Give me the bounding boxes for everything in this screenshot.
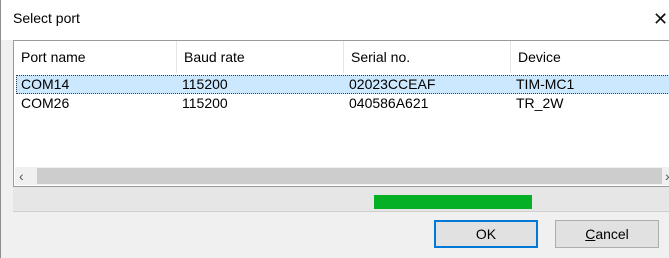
table-row[interactable]: COM14 115200 02023CCEAF TIM-MC1 bbox=[16, 75, 669, 94]
cell-serial-no: 02023CCEAF bbox=[349, 76, 436, 92]
ok-button[interactable]: OK bbox=[434, 220, 538, 248]
close-icon[interactable]: ✕ bbox=[653, 7, 669, 31]
cancel-mnemonic: C bbox=[585, 226, 596, 242]
column-header-device[interactable]: Device bbox=[511, 41, 669, 73]
cancel-label-rest: ancel bbox=[595, 226, 629, 242]
cell-baud-rate: 115200 bbox=[182, 95, 228, 111]
progress-fill bbox=[374, 195, 532, 209]
scroll-left-icon[interactable]: ‹ bbox=[19, 167, 33, 185]
column-header-baud-rate[interactable]: Baud rate bbox=[177, 41, 344, 73]
cell-device: TIM-MC1 bbox=[516, 76, 575, 92]
cell-baud-rate: 115200 bbox=[182, 76, 228, 92]
dialog-title: Select port bbox=[13, 10, 80, 26]
horizontal-scrollbar[interactable]: ‹ › bbox=[15, 167, 669, 185]
select-port-dialog: Select port ✕ Port name Baud rate Serial… bbox=[0, 0, 669, 258]
cell-port-name: COM14 bbox=[21, 76, 70, 92]
table-row[interactable]: COM26 115200 040586A621 TR_2W bbox=[16, 94, 669, 113]
title-bar[interactable]: Select port ✕ bbox=[1, 0, 669, 40]
cell-port-name: COM26 bbox=[21, 95, 70, 111]
cell-serial-no: 040586A621 bbox=[349, 95, 429, 111]
scrollbar-thumb[interactable] bbox=[37, 168, 662, 184]
port-list[interactable]: Port name Baud rate Serial no. Device CO… bbox=[13, 40, 669, 187]
cell-device: TR_2W bbox=[516, 95, 564, 111]
progress-bar bbox=[13, 187, 669, 212]
scroll-right-icon[interactable]: › bbox=[665, 167, 669, 185]
column-header-serial-no[interactable]: Serial no. bbox=[344, 41, 511, 73]
cancel-button[interactable]: Cancel bbox=[555, 220, 659, 248]
column-header-port-name[interactable]: Port name bbox=[14, 41, 177, 73]
